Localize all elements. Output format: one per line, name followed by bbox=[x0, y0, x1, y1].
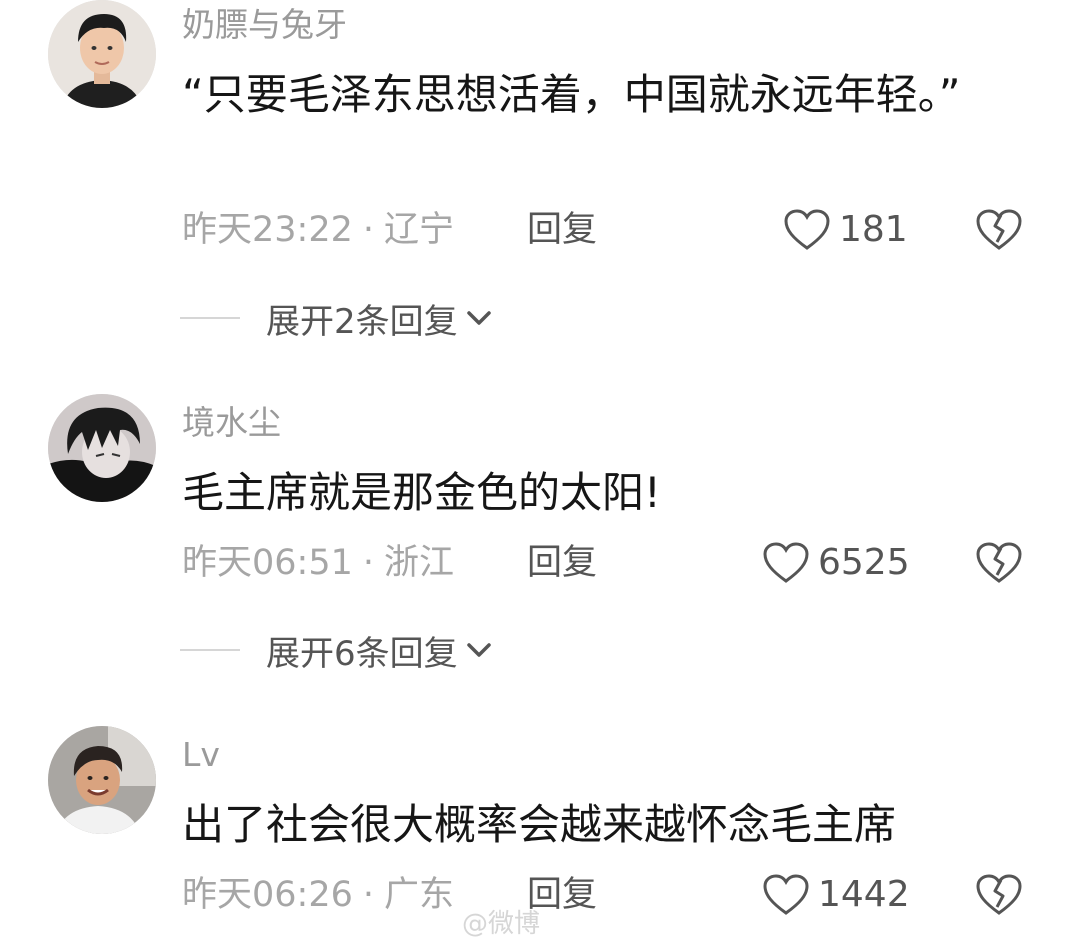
comment-meta: 昨天23:22 · 辽宁 bbox=[182, 208, 454, 252]
comment-time: 昨天06:51 bbox=[182, 543, 353, 583]
comment-location: 广东 bbox=[384, 875, 455, 915]
comment-location: 浙江 bbox=[384, 543, 455, 583]
avatar[interactable] bbox=[48, 0, 156, 108]
username[interactable]: Lv bbox=[182, 735, 220, 775]
like-count: 1442 bbox=[818, 874, 910, 915]
username[interactable]: 境水尘 bbox=[182, 403, 281, 443]
expand-replies-button[interactable]: 展开6条回复 bbox=[180, 628, 492, 674]
expand-replies-label: 展开6条回复 bbox=[266, 633, 458, 674]
chevron-down-icon bbox=[466, 311, 491, 325]
comment-meta: 昨天06:26 · 广东 bbox=[182, 873, 454, 917]
like-count: 6525 bbox=[818, 542, 910, 583]
heart-outline-icon bbox=[763, 542, 809, 583]
watermark: @微博 bbox=[462, 909, 541, 939]
dislike-button[interactable] bbox=[975, 539, 1023, 587]
heart-outline-icon bbox=[763, 874, 809, 915]
chevron-down-icon bbox=[466, 643, 491, 657]
avatar[interactable] bbox=[48, 394, 156, 502]
avatar-smiling-man-icon bbox=[48, 726, 156, 834]
comment-time: 昨天23:22 bbox=[182, 210, 353, 250]
expand-replies-label: 展开2条回复 bbox=[266, 301, 458, 342]
username[interactable]: 奶膘与兔牙 bbox=[182, 5, 347, 45]
like-count: 181 bbox=[839, 209, 908, 250]
avatar-young-man-icon bbox=[48, 0, 156, 108]
dislike-button[interactable] bbox=[975, 871, 1023, 919]
meta-separator: · bbox=[362, 875, 375, 915]
reply-button[interactable]: 回复 bbox=[527, 208, 597, 252]
comment-location: 辽宁 bbox=[384, 210, 455, 250]
expand-replies-button[interactable]: 展开2条回复 bbox=[180, 296, 492, 342]
meta-separator: · bbox=[362, 543, 375, 583]
avatar-anime-character-icon bbox=[48, 394, 156, 502]
dislike-button[interactable] bbox=[975, 206, 1023, 254]
meta-separator: · bbox=[362, 210, 375, 250]
comment-text: 出了社会很大概率会越来越怀念毛主席 bbox=[182, 800, 897, 849]
broken-heart-icon bbox=[976, 542, 1022, 583]
comment-text: “只要毛泽东思想活着，中国就永远年轻。” bbox=[182, 70, 961, 119]
broken-heart-icon bbox=[976, 209, 1022, 250]
heart-outline-icon bbox=[784, 209, 830, 250]
like-button[interactable]: 1442 bbox=[762, 871, 910, 919]
like-button[interactable]: 181 bbox=[783, 206, 908, 254]
comment-text: 毛主席就是那金色的太阳! bbox=[182, 468, 661, 517]
comment-meta: 昨天06:51 · 浙江 bbox=[182, 541, 454, 585]
broken-heart-icon bbox=[976, 874, 1022, 915]
like-button[interactable]: 6525 bbox=[762, 539, 910, 587]
reply-button[interactable]: 回复 bbox=[527, 541, 597, 585]
divider-line bbox=[180, 649, 240, 651]
avatar[interactable] bbox=[48, 726, 156, 834]
divider-line bbox=[180, 317, 240, 319]
comment-time: 昨天06:26 bbox=[182, 875, 353, 915]
